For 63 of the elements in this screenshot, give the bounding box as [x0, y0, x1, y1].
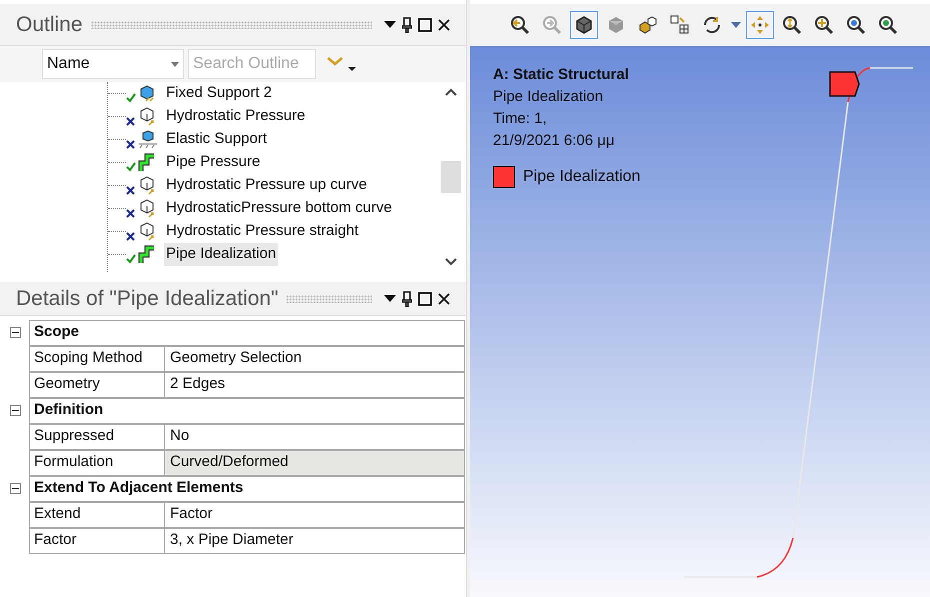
caret-icon[interactable]: [731, 21, 741, 29]
magnifier-icon[interactable]: [814, 15, 834, 35]
property-value[interactable]: Curved/Deformed: [165, 450, 465, 476]
search-field[interactable]: Search Outline: [188, 49, 316, 79]
analysis-title: A: Static Structural: [493, 65, 630, 85]
cube-icon: [138, 130, 158, 150]
graphics-viewport[interactable]: A: Static Structural Pipe Idealization Time: 1, 21/9/2021 6:06 μμ Pipe Idealization: [470, 46, 930, 597]
legend-label: Pipe Idealization: [523, 167, 640, 187]
maximize-icon[interactable]: [418, 18, 432, 32]
dropdown-icon[interactable]: [384, 20, 396, 28]
panel-title: Details of "Pipe Idealization": [16, 286, 278, 312]
object-name: Pipe Idealization: [493, 87, 604, 107]
property-value[interactable]: No: [165, 424, 465, 450]
date-label: 21/9/2021 6:06 μμ: [493, 131, 616, 151]
maximize-icon[interactable]: [418, 292, 432, 306]
property-name: Factor: [29, 528, 165, 554]
scrollbar-thumb[interactable]: [441, 161, 461, 193]
grip-handle[interactable]: [286, 294, 372, 302]
magnifier-icon[interactable]: [846, 15, 866, 35]
tree-item[interactable]: Hydrostatic Pressure up curve: [164, 174, 369, 197]
property-name: Suppressed: [29, 424, 165, 450]
property-name: Formulation: [29, 450, 165, 476]
collapse-toggle[interactable]: [10, 326, 21, 338]
pin-icon[interactable]: [402, 16, 412, 32]
cubes-icon[interactable]: [638, 15, 658, 35]
grid-icon[interactable]: [670, 15, 690, 35]
tree-item[interactable]: Pipe Idealization: [164, 243, 278, 266]
cube-icon[interactable]: [574, 15, 594, 35]
property-name: Extend: [29, 502, 165, 528]
toolbar-button[interactable]: [570, 11, 598, 39]
tree-item[interactable]: Pipe Pressure: [164, 151, 262, 174]
tree-item[interactable]: Elastic Support: [164, 128, 269, 151]
property-name: Scoping Method: [29, 346, 165, 372]
magnifier-icon[interactable]: [878, 15, 898, 35]
collapse-toggle[interactable]: [10, 404, 21, 416]
scroll-down-icon[interactable]: [445, 258, 457, 266]
tree-item[interactable]: HydrostaticPressure bottom curve: [164, 197, 394, 220]
property-name: Geometry: [29, 372, 165, 398]
section-header[interactable]: Scope: [29, 320, 465, 346]
caret-icon: [171, 62, 179, 66]
property-value[interactable]: 2 Edges: [165, 372, 465, 398]
chevron-icon[interactable]: [326, 55, 356, 73]
section-header[interactable]: Extend To Adjacent Elements: [29, 476, 465, 502]
property-value[interactable]: 3, x Pipe Diameter: [165, 528, 465, 554]
column-select[interactable]: Name: [42, 49, 184, 79]
property-value[interactable]: Factor: [165, 502, 465, 528]
grip-handle[interactable]: [90, 20, 372, 28]
rotate-icon[interactable]: [702, 15, 722, 35]
section-header[interactable]: Definition: [29, 398, 465, 424]
time-label: Time: 1,: [493, 109, 548, 129]
zoom-icon[interactable]: [782, 15, 802, 35]
scroll-up-icon[interactable]: [445, 88, 457, 96]
tree-item[interactable]: Hydrostatic Pressure straight: [164, 220, 361, 243]
property-value[interactable]: Geometry Selection: [165, 346, 465, 372]
pin-icon[interactable]: [402, 290, 412, 306]
close-icon[interactable]: [438, 18, 450, 30]
panel-title: Outline: [16, 12, 83, 38]
close-icon[interactable]: [438, 292, 450, 304]
dropdown-icon[interactable]: [384, 294, 396, 302]
tree-item[interactable]: Hydrostatic Pressure: [164, 105, 308, 128]
tree-item[interactable]: Fixed Support 2: [164, 82, 274, 105]
magnifier-icon[interactable]: [510, 15, 530, 35]
collapse-toggle[interactable]: [10, 482, 21, 494]
